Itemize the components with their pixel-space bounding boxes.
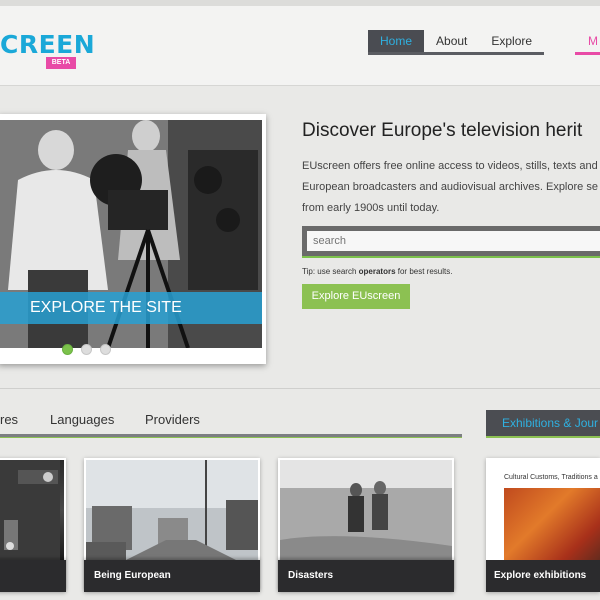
video-thumbnail [86,460,258,560]
intro-line-1: EUscreen offers free online access to vi… [302,160,598,172]
page-title: Discover Europe's television herit [302,120,583,141]
video-card-label: Disasters [278,560,454,592]
exhibition-thumbnail [504,488,600,566]
section-divider [0,388,600,389]
video-card[interactable]: Disasters [278,458,454,592]
video-thumbnail [0,460,64,560]
explore-site-banner[interactable]: EXPLORE THE SITE [0,292,262,324]
intro-text: EUscreen offers free online access to vi… [302,156,600,219]
slider-dots [62,344,111,355]
beta-badge: BETA [46,57,76,69]
search-tip: Tip: use search operators for best resul… [302,267,452,276]
site-logo[interactable]: CREEN [0,30,95,59]
tab-providers[interactable]: Providers [145,412,200,427]
video-card-label [0,560,66,592]
tabs-accent-line [0,437,462,438]
header-top-border [0,0,600,6]
hero-slider: EXPLORE THE SITE [0,114,266,364]
explore-exhibitions-label: Explore exhibitions [486,560,600,592]
intro-line-2: European broadcasters and audiovisual ar… [302,181,598,193]
intro-line-3: from early 1900s until today. [302,202,440,214]
village-street-image [86,460,258,560]
nav-explore[interactable]: Explore [479,30,544,52]
slider-dot-3[interactable] [100,344,111,355]
nav-home[interactable]: Home [368,30,425,52]
nav-underline [368,52,544,55]
video-card[interactable] [0,458,66,592]
tip-suffix: for best results. [395,267,453,276]
exhibition-caption: Cultural Customs, Traditions a [504,474,598,481]
nav-my-account[interactable]: M [588,30,598,52]
exhibition-card[interactable]: Cultural Customs, Traditions a Explore e… [486,458,600,592]
exhibitions-accent-line [486,436,600,438]
explore-euscreen-button[interactable]: Explore EUscreen [302,284,410,309]
main-nav: Home About Explore [368,30,544,54]
disaster-field-image [280,460,452,560]
slider-dot-1[interactable] [62,344,73,355]
tab-languages[interactable]: Languages [50,412,114,427]
slide-photo[interactable]: EXPLORE THE SITE [0,120,262,348]
nav-my-underline [575,52,600,55]
video-card[interactable]: Being European [84,458,260,592]
search-underline [302,256,600,258]
tip-operators-link[interactable]: operators [359,267,396,276]
tab-genres[interactable]: res [0,412,18,427]
search-box [302,226,600,256]
exhibitions-header[interactable]: Exhibitions & Jour [486,410,600,436]
tv-studio-image [0,460,60,560]
nav-about[interactable]: About [424,30,479,52]
slider-dot-2[interactable] [81,344,92,355]
video-card-label: Being European [84,560,260,592]
video-thumbnail [280,460,452,560]
site-header: CREEN BETA Home About Explore M [0,0,600,86]
search-input[interactable] [307,231,600,251]
tip-prefix: Tip: use search [302,267,359,276]
